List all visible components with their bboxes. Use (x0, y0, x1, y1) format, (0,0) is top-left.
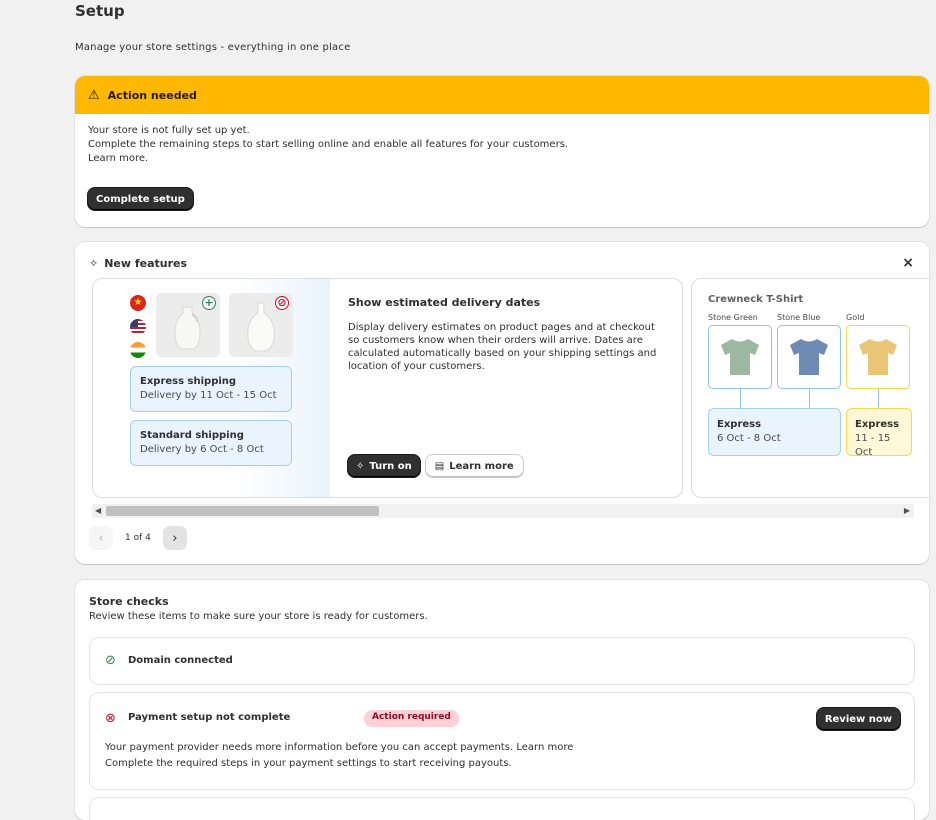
express-shipping-dates: Delivery by 11 Oct - 15 Oct (140, 390, 277, 401)
swatch-label-stone-blue: Stone Blue (777, 313, 821, 322)
feature-title: New features (104, 257, 188, 270)
check-desc-line-1: Your payment provider needs more informa… (105, 742, 574, 753)
connector-line (809, 389, 810, 409)
note-icon: ▤ (434, 460, 445, 472)
page-title: Setup (75, 2, 125, 20)
turn-on-label: Turn on (369, 460, 412, 472)
product-title: Crewneck T-Shirt (708, 294, 804, 305)
warning-icon: ⚠ (88, 87, 100, 103)
pager-text: 1 of 4 (125, 533, 151, 543)
product-tile-available: + (156, 293, 220, 357)
standard-shipping-box: Standard shipping Delivery by 6 Oct - 8 … (130, 420, 292, 466)
checks-title: Store checks (89, 595, 169, 608)
flag-india-icon (130, 342, 146, 358)
store-checks-card: Store checks Review these items to make … (75, 580, 929, 820)
check-item-description: Your payment provider needs more informa… (105, 740, 885, 772)
feature-slide-delivery: ★ + ⊘ Express shipping Delivery by 11 Oc… (92, 278, 683, 498)
prohibited-icon: ⊘ (275, 296, 289, 310)
review-now-label: Review now (824, 713, 892, 725)
banner-line-2: Complete the remaining steps to start se… (88, 139, 569, 150)
connector-line (878, 389, 879, 409)
tshirt-image-2 (790, 339, 828, 375)
banner-body: Your store is not fully set up yet. Comp… (75, 114, 929, 166)
feature-slide-variants: Crewneck T-Shirt Stone Green Stone Blue … (691, 278, 929, 498)
complete-setup-button[interactable]: Complete setup (88, 188, 193, 210)
tshirt-image-3 (859, 339, 897, 375)
carousel-pager: ‹ 1 of 4 › (89, 526, 187, 550)
magic-icon: ✧ (356, 460, 365, 472)
status-badge: Action required (364, 710, 459, 727)
next-button[interactable]: › (162, 526, 187, 550)
learn-more-button[interactable]: ▤ Learn more (425, 455, 523, 477)
swatch-label-gold: Gold (846, 313, 865, 322)
feature-copy: Show estimated delivery dates Display de… (348, 295, 668, 373)
banner-line-1: Your store is not fully set up yet. (88, 125, 250, 136)
check-desc-line-2: Complete the required steps in your paym… (105, 758, 512, 769)
express-shipping-title: Express shipping (140, 376, 237, 387)
feature-copy-body: Display delivery estimates on product pa… (348, 322, 657, 372)
express-box-a-dates: 6 Oct - 8 Oct (717, 433, 781, 444)
feature-header: ✧ New features (89, 257, 187, 270)
horizontal-scrollbar[interactable]: ◀ ▶ (92, 504, 914, 518)
x-circle-icon: ⊗ (105, 711, 116, 726)
banner-header: ⚠ Action needed (75, 76, 929, 114)
check-item[interactable]: ⊘ Domain connected (89, 637, 915, 685)
express-box-a-title: Express (717, 419, 762, 430)
scrollbar-thumb[interactable] (106, 506, 379, 516)
setup-banner: ⚠ Action needed Your store is not fully … (75, 76, 929, 227)
tshirt-image (721, 339, 759, 375)
banner-line-3: Learn more. (88, 153, 149, 164)
express-box-b-dates: 11 - 15 Oct (855, 433, 891, 458)
checks-subtitle: Review these items to make sure your sto… (89, 611, 428, 622)
variant-tile-stone-green (708, 325, 772, 389)
check-item[interactable] (89, 797, 915, 820)
sparkle-icon: ✧ (89, 257, 99, 270)
scroll-right-icon[interactable]: ▶ (904, 504, 910, 518)
standard-shipping-title: Standard shipping (140, 430, 244, 441)
express-box-a: Express 6 Oct - 8 Oct (708, 408, 841, 456)
swatch-label-stone-green: Stone Green (708, 313, 758, 322)
plus-circle-icon: + (202, 296, 216, 310)
feature-actions: ✧ Turn on ▤ Learn more (348, 455, 523, 477)
flag-usa-icon (130, 319, 146, 335)
feature-copy-title: Show estimated delivery dates (348, 296, 541, 309)
previous-button[interactable]: ‹ (89, 526, 113, 550)
delivery-illustration: ★ + ⊘ Express shipping Delivery by 11 Oc… (93, 279, 330, 497)
check-item[interactable]: ⊗ Payment setup not complete Action requ… (89, 692, 915, 790)
learn-more-label: Learn more (449, 460, 514, 472)
check-circle-icon: ⊘ (105, 653, 116, 668)
banner-title: Action needed (107, 88, 197, 102)
variant-tile-gold (846, 325, 910, 389)
check-item-label: Payment setup not complete (128, 712, 291, 723)
scroll-left-icon[interactable]: ◀ (95, 504, 101, 518)
feature-card: ✧ New features × ★ + ⊘ Express shipping … (75, 242, 929, 564)
check-item-label: Domain connected (128, 655, 233, 666)
express-box-b-title: Express (855, 419, 900, 430)
complete-setup-label: Complete setup (96, 193, 185, 205)
standard-shipping-dates: Delivery by 6 Oct - 8 Oct (140, 444, 264, 455)
turn-on-button[interactable]: ✧ Turn on (348, 455, 420, 477)
close-icon[interactable]: × (902, 255, 914, 271)
flag-vietnam-icon: ★ (130, 295, 146, 311)
connector-line (740, 389, 741, 409)
page-subtitle: Manage your store settings - everything … (75, 42, 351, 53)
express-box-b: Express 11 - 15 Oct (846, 408, 912, 458)
product-tile-unavailable: ⊘ (229, 293, 293, 357)
review-now-button[interactable]: Review now (816, 708, 900, 730)
express-shipping-box: Express shipping Delivery by 11 Oct - 15… (130, 366, 292, 412)
variant-tile-stone-blue (777, 325, 841, 389)
